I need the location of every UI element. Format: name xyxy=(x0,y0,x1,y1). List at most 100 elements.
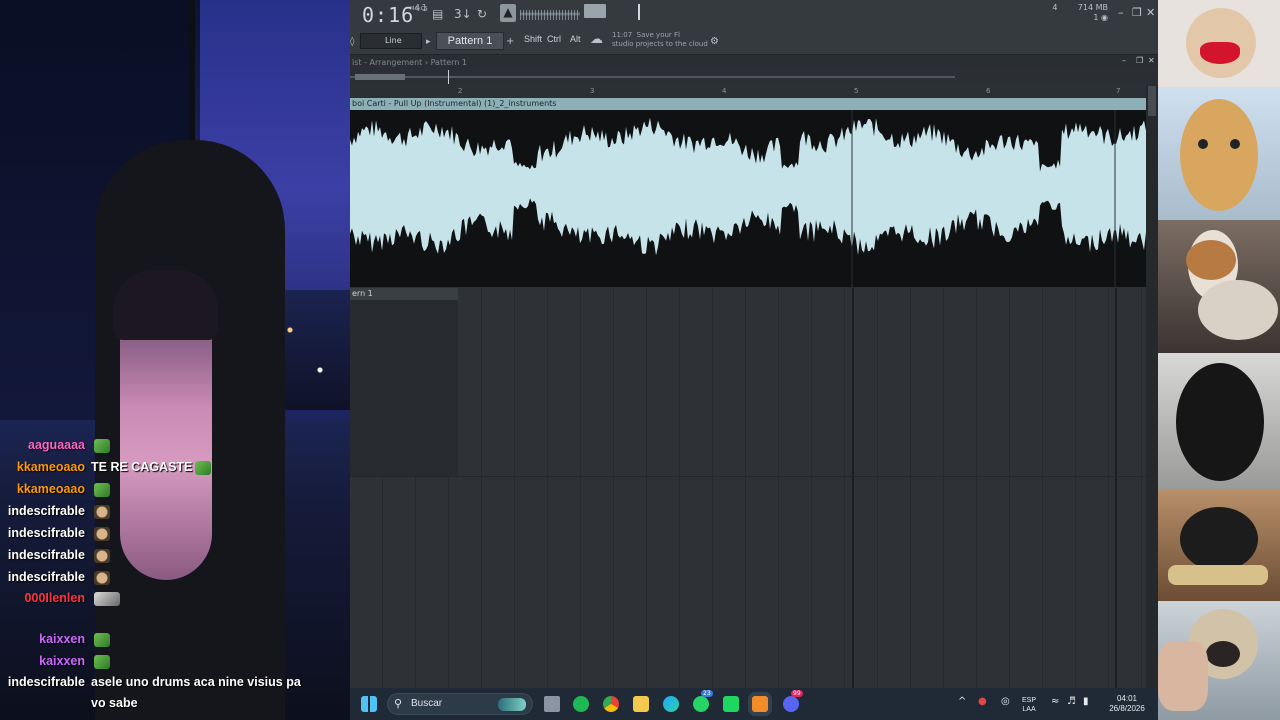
hint-time: 11:07 xyxy=(612,31,633,39)
snap-mode-select[interactable]: Line xyxy=(360,33,422,49)
chat-username[interactable]: kaixxen xyxy=(39,654,85,668)
chat-username[interactable]: aaguaaaa xyxy=(28,438,85,452)
discord-icon[interactable]: 99 xyxy=(783,690,803,712)
time-value: 0:16 xyxy=(362,3,415,27)
chat-text: TE RE CAGASTE xyxy=(91,460,212,475)
bar-line xyxy=(1115,288,1117,688)
playlist-restore-button[interactable]: ❐ xyxy=(1136,56,1143,65)
chat-text xyxy=(91,504,110,519)
dog-picture-pug xyxy=(1158,601,1280,720)
chat-message: 000Ilenlen xyxy=(0,591,350,613)
tray-overflow-icon[interactable]: ^ xyxy=(958,696,966,707)
pattern-prev-arrow-icon[interactable]: ▸ xyxy=(426,34,431,50)
step-edit-icon[interactable]: 3↓ xyxy=(454,6,472,22)
fl-studio-icon[interactable] xyxy=(752,696,768,712)
chat-message: indescifrable xyxy=(0,570,350,592)
chat-username[interactable]: kkameoaao xyxy=(17,460,85,474)
chat-text xyxy=(91,548,110,563)
chat-emote-icon xyxy=(94,526,110,541)
typing-keyboard-icon[interactable]: ▤ xyxy=(432,6,443,22)
battery-icon[interactable]: ▮ xyxy=(1083,696,1089,707)
add-pattern-icon[interactable]: + xyxy=(506,34,514,50)
timeline-ruler[interactable]: 2 3 4 5 6 7 xyxy=(350,86,1146,98)
language-code: ESP xyxy=(1022,697,1037,704)
ctrl-key-button[interactable]: Ctrl xyxy=(547,34,561,44)
chat-message: kaixxen xyxy=(0,654,350,676)
chat-message: indescifrable xyxy=(0,504,350,526)
chat-username[interactable]: indescifrable xyxy=(8,504,85,518)
restore-button[interactable]: ❐ xyxy=(1132,6,1142,19)
cpu-meter-icon xyxy=(638,4,640,20)
metronome-icon[interactable]: ▲ xyxy=(500,4,516,22)
alt-key-button[interactable]: Alt xyxy=(570,34,581,44)
chat-message: vo sabe xyxy=(0,696,350,718)
audio-clip-header[interactable]: boi Carti - Pull Up (Instrumental) (1)_2… xyxy=(350,98,1146,110)
loop-record-icon[interactable]: ↻ xyxy=(477,6,487,22)
tray-app-icon[interactable]: ● xyxy=(978,696,987,707)
clock-date: 26/8/2026 xyxy=(1109,704,1145,713)
chat-emote-icon xyxy=(94,548,110,563)
shift-key-button[interactable]: Shift xyxy=(524,34,542,44)
file-explorer-icon[interactable] xyxy=(633,696,649,712)
language-indicator[interactable]: ESP LAA xyxy=(1022,696,1036,714)
pattern-track[interactable]: ern 1 xyxy=(350,288,1146,688)
discord-badge: 99 xyxy=(791,690,803,697)
chat-emote-icon xyxy=(94,482,110,497)
master-volume-knob[interactable] xyxy=(584,4,606,18)
playlist-title: ist - Arrangement › Pattern 1 xyxy=(350,56,1158,69)
scroll-thumb[interactable] xyxy=(355,74,405,80)
capcut-icon[interactable] xyxy=(723,696,739,712)
scroll-track xyxy=(350,76,955,78)
spotify-icon[interactable] xyxy=(573,696,589,712)
wifi-icon[interactable]: ≈ xyxy=(1051,696,1059,707)
close-button[interactable]: ✕ xyxy=(1146,6,1155,19)
snap-magnet-icon[interactable]: ◊ xyxy=(350,34,354,50)
chat-message: indescifrable xyxy=(0,526,350,548)
chat-username[interactable]: indescifrable xyxy=(8,570,85,584)
chat-username[interactable]: kkameoaao xyxy=(17,482,85,496)
whatsapp-icon[interactable]: 23 xyxy=(693,690,713,712)
volume-icon[interactable]: ♬ xyxy=(1067,696,1076,707)
playlist-horizontal-scrollbar[interactable] xyxy=(350,70,1158,84)
search-icon: ⚲ xyxy=(394,697,403,710)
chat-username[interactable]: indescifrable xyxy=(8,548,85,562)
edge-icon[interactable] xyxy=(663,696,679,712)
time-format-label: M:S:CS xyxy=(410,6,428,12)
minimize-button[interactable]: – xyxy=(1118,6,1124,19)
chat-text xyxy=(91,591,120,606)
hint-settings-icon[interactable]: ⚙ xyxy=(710,34,719,50)
chat-username[interactable]: 000Ilenlen xyxy=(25,591,85,605)
chat-text: asele uno drums aca nine visius pa xyxy=(91,675,301,689)
cpu-count: 4 xyxy=(1052,3,1058,12)
waveform-shape xyxy=(350,117,1146,256)
pattern-clip[interactable] xyxy=(350,288,458,476)
chat-username[interactable]: indescifrable xyxy=(8,526,85,540)
dog-picture-puppy xyxy=(1158,87,1280,220)
playlist-minimize-button[interactable]: – xyxy=(1122,56,1126,65)
audio-clip-waveform[interactable] xyxy=(350,110,1146,287)
windows-taskbar: ⚲ Buscar 23 99 ^ ● ◎ ESP LAA ≈ ♬ ▮ 04:01… xyxy=(350,688,1158,720)
cloud-hint-icon[interactable]: ☁ xyxy=(590,32,603,48)
chat-text xyxy=(91,482,110,497)
screen: aaguaaaa kkameoaao TE RE CAGASTE kkameoaao i… xyxy=(0,0,1280,720)
chrome-icon[interactable] xyxy=(603,696,619,712)
taskbar-search[interactable]: ⚲ Buscar xyxy=(387,693,533,715)
task-view-icon[interactable] xyxy=(544,696,560,712)
vscroll-thumb[interactable] xyxy=(1148,86,1156,116)
chat-message: kaixxen xyxy=(0,632,350,654)
chat-username[interactable]: indescifrable xyxy=(8,675,85,689)
playlist-close-button[interactable]: ✕ xyxy=(1148,56,1155,65)
microphone-icon[interactable]: ◎ xyxy=(1001,696,1010,707)
playlist-vertical-scrollbar[interactable] xyxy=(1146,86,1158,688)
chat-emote-icon xyxy=(94,654,110,669)
memory-value: 714 MB xyxy=(1077,3,1108,12)
chat-username[interactable]: kaixxen xyxy=(39,632,85,646)
windows-start-icon[interactable] xyxy=(361,696,377,712)
output-oscilloscope xyxy=(520,4,580,24)
clock-time: 04:01 xyxy=(1116,694,1138,703)
hint-line-1: Save your Fl xyxy=(636,31,680,39)
pattern-selector[interactable]: Pattern 1 xyxy=(436,32,504,50)
playhead-marker[interactable] xyxy=(448,70,449,84)
dog-picture-chihuahua-smile xyxy=(1158,489,1280,601)
system-clock[interactable]: 04:01 26/8/2026 xyxy=(1103,694,1151,714)
